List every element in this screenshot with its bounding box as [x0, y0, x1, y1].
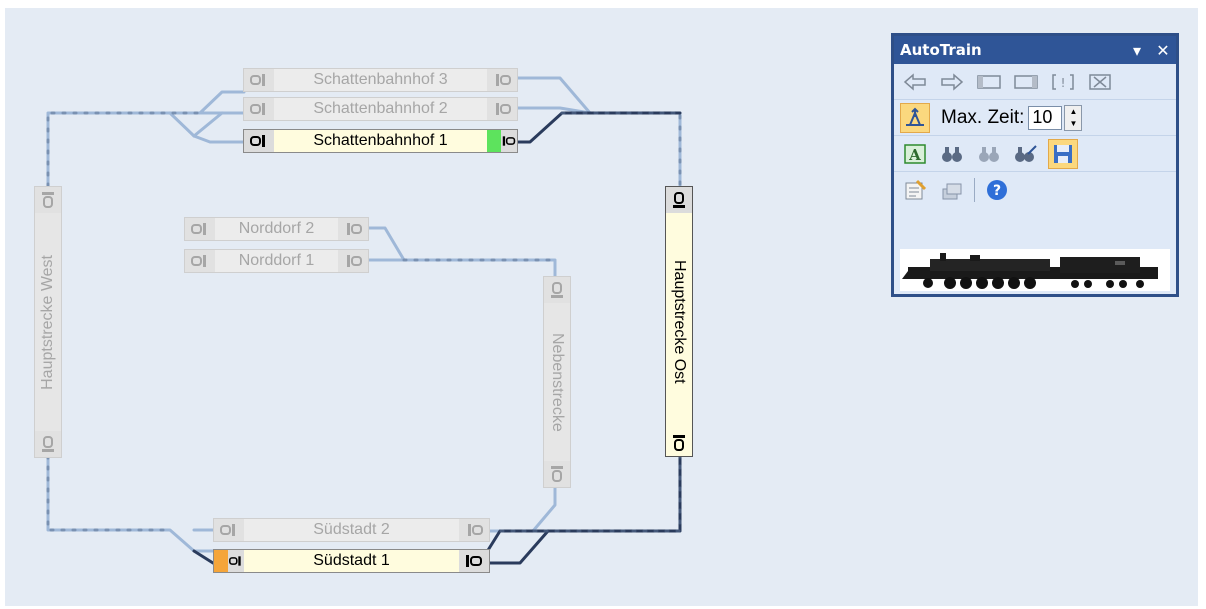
binoculars-next-icon[interactable]	[974, 139, 1004, 169]
block-end-right-icon[interactable]	[338, 218, 368, 240]
binoculars-icon[interactable]	[937, 139, 967, 169]
block-label: Hauptstrecke Ost	[671, 259, 688, 384]
max-zeit-input[interactable]	[1028, 105, 1063, 130]
block-end-left-icon[interactable]	[185, 250, 215, 272]
svg-text:A: A	[908, 146, 921, 164]
block-end-left-icon[interactable]	[214, 519, 244, 541]
track-active	[192, 111, 682, 565]
panel-title: AutoTrain	[900, 41, 982, 59]
autotrain-mode-icon[interactable]	[900, 102, 930, 133]
arrow-left-icon[interactable]	[900, 67, 930, 97]
block-label: Norddorf 1	[215, 250, 338, 272]
svg-text:?: ?	[993, 183, 1001, 199]
help-icon[interactable]: ?	[982, 175, 1012, 205]
arrow-right-icon[interactable]	[937, 67, 967, 97]
autotrain-panel: AutoTrain ▾ ✕ ! Max. Zeit: ▲▼ A ?	[891, 33, 1179, 297]
block-suedstadt-1[interactable]: Südstadt 1	[213, 549, 490, 573]
block-schattenbahnhof-1[interactable]: Schattenbahnhof 1	[243, 129, 518, 153]
block-end-right-icon[interactable]	[459, 519, 489, 541]
block-label: Norddorf 2	[215, 218, 338, 240]
locomotive-image	[900, 249, 1170, 291]
block-end-top-icon[interactable]	[35, 187, 61, 213]
block-label: Schattenbahnhof 2	[274, 98, 487, 120]
max-zeit-stepper[interactable]: ▲ ▼	[1064, 104, 1083, 131]
stepper-down-icon[interactable]: ▼	[1065, 118, 1081, 130]
panel-titlebar[interactable]: AutoTrain ▾ ✕	[894, 36, 1176, 64]
block-end-left-icon[interactable]	[244, 98, 274, 120]
block-info-icon[interactable]: !	[1048, 67, 1078, 97]
block-hauptstrecke-ost[interactable]: Hauptstrecke Ost	[665, 186, 693, 457]
block-end-right-icon[interactable]	[487, 98, 517, 120]
toolbar-separator	[974, 177, 975, 202]
block-hauptstrecke-west[interactable]: Hauptstrecke West	[34, 186, 62, 458]
font-a-icon[interactable]: A	[900, 139, 930, 169]
block-end-left-icon[interactable]	[214, 550, 244, 572]
block-label: Nebenstrecke	[549, 332, 566, 432]
block-schattenbahnhof-3[interactable]: Schattenbahnhof 3	[243, 68, 518, 92]
svg-text:!: !	[1061, 76, 1066, 90]
stepper-up-icon[interactable]: ▲	[1065, 106, 1081, 118]
block-end-bottom-icon[interactable]	[666, 430, 692, 456]
toolbar-row-1: !	[894, 64, 1176, 100]
block-label: Schattenbahnhof 1	[274, 130, 487, 152]
block-end-left-icon[interactable]	[185, 218, 215, 240]
block-end-right-icon[interactable]	[487, 69, 517, 91]
block-end-left-icon[interactable]	[244, 130, 274, 152]
block-schattenbahnhof-2[interactable]: Schattenbahnhof 2	[243, 97, 518, 121]
block-norddorf-1[interactable]: Norddorf 1	[184, 249, 369, 273]
track-dashes	[46, 111, 682, 533]
block-end-right-icon[interactable]	[487, 130, 517, 152]
toolbar-row-4: ?	[894, 172, 1176, 207]
toolbar-row-3: A	[894, 136, 1176, 172]
binoculars-edit-icon[interactable]	[1011, 139, 1041, 169]
block-end-right-icon[interactable]	[338, 250, 368, 272]
block-label: Südstadt 1	[244, 550, 459, 572]
block-label: Südstadt 2	[244, 519, 459, 541]
block-right-icon[interactable]	[1011, 67, 1041, 97]
layers-icon[interactable]	[937, 175, 967, 205]
block-label: Schattenbahnhof 3	[274, 69, 487, 91]
block-norddorf-2[interactable]: Norddorf 2	[184, 217, 369, 241]
block-clear-icon[interactable]	[1085, 67, 1115, 97]
block-end-top-icon[interactable]	[544, 277, 570, 303]
block-label: Hauptstrecke West	[39, 254, 56, 390]
block-end-bottom-icon[interactable]	[544, 461, 570, 487]
close-icon[interactable]: ✕	[1150, 41, 1176, 60]
toolbar-row-2: Max. Zeit: ▲▼	[894, 100, 1176, 136]
dropdown-icon[interactable]: ▾	[1124, 41, 1150, 60]
save-icon[interactable]	[1048, 138, 1078, 169]
block-left-icon[interactable]	[974, 67, 1004, 97]
block-end-bottom-icon[interactable]	[35, 431, 61, 457]
block-end-top-icon[interactable]	[666, 187, 692, 213]
properties-icon[interactable]	[900, 175, 930, 205]
block-nebenstrecke[interactable]: Nebenstrecke	[543, 276, 571, 488]
block-suedstadt-2[interactable]: Südstadt 2	[213, 518, 490, 542]
block-end-right-icon[interactable]	[459, 550, 489, 572]
block-end-left-icon[interactable]	[244, 69, 274, 91]
max-zeit-label: Max. Zeit:	[941, 106, 1025, 128]
